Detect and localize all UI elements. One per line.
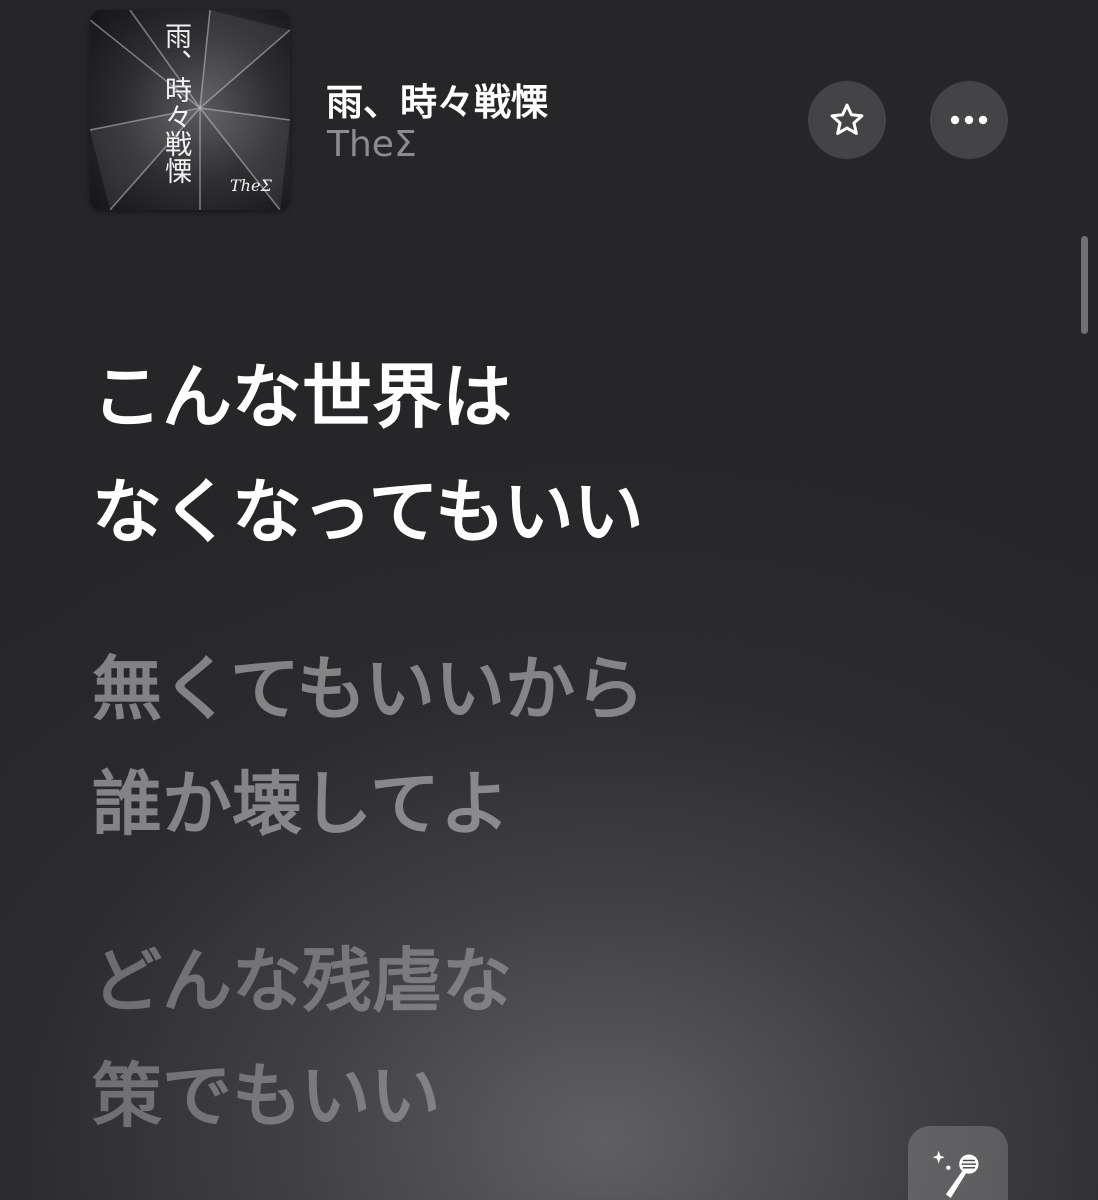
artist-name[interactable]: TheΣ [327, 124, 417, 165]
artwork-title-text: 雨、時々戦慄 [160, 22, 192, 184]
star-outline-icon [830, 103, 864, 135]
lyric-line: なくなってもいい [92, 471, 644, 553]
lyrics-view[interactable]: こんな世界は なくなってもいい 無くてもいいから 誰か壊してよ どんな残虐な 策… [92, 340, 1032, 1200]
ellipsis-icon [950, 115, 988, 125]
lyric-block-upcoming[interactable]: どんな残虐な 策でもいい [92, 924, 1032, 1154]
lyric-block-next[interactable]: 無くてもいいから 誰か壊してよ [92, 632, 1032, 862]
sing-mode-button[interactable] [908, 1126, 1008, 1200]
lyric-line: どんな残虐な [92, 940, 512, 1022]
favorite-button[interactable] [808, 81, 886, 159]
lyric-line: 誰か壊してよ [92, 763, 510, 845]
lyric-line: 策でもいい [92, 1055, 441, 1137]
album-artwork[interactable]: 雨、時々戦慄 TheΣ [90, 10, 290, 210]
lyric-block-current[interactable]: こんな世界は なくなってもいい [92, 340, 1032, 570]
lyric-line: こんな世界は [92, 356, 512, 438]
scrollbar[interactable] [1081, 236, 1088, 334]
song-title: 雨、時々戦慄 [326, 81, 548, 124]
lyric-line: 無くてもいいから [92, 648, 645, 730]
more-options-button[interactable] [930, 81, 1008, 159]
artwork-band-logo: TheΣ [230, 176, 272, 195]
microphone-sparkles-icon [932, 1150, 979, 1198]
